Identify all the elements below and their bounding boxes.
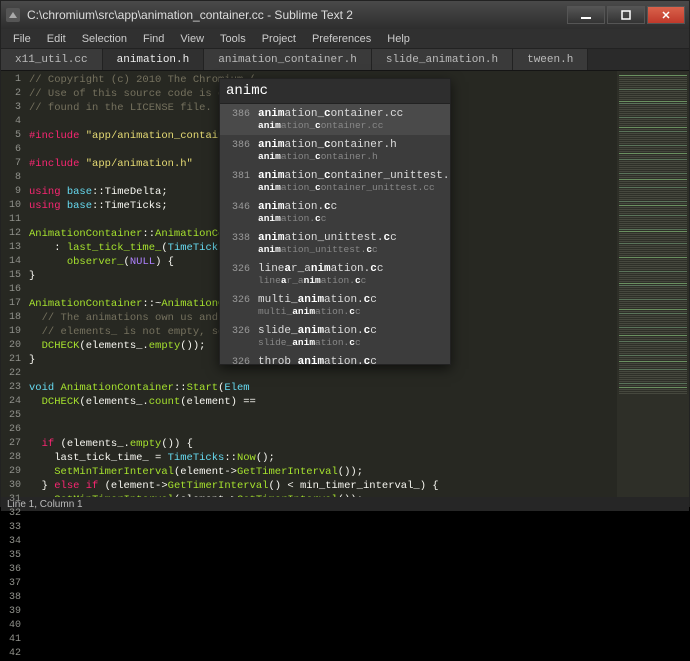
app-window: C:\chromium\src\app\animation_container.…	[0, 0, 690, 507]
menu-item-help[interactable]: Help	[379, 31, 418, 47]
menubar: FileEditSelectionFindViewToolsProjectPre…	[1, 29, 689, 49]
result-score: 386	[228, 139, 250, 151]
goto-search-box	[220, 79, 450, 104]
menu-item-view[interactable]: View	[172, 31, 212, 47]
minimap[interactable]	[617, 71, 689, 497]
editor-area: 1234567891011121314151617181920212223242…	[1, 71, 689, 497]
goto-anything-overlay: 386animation_container.ccanimation_conta…	[219, 78, 451, 365]
result-name: animation_container.h	[258, 139, 397, 151]
line-number-gutter: 1234567891011121314151617181920212223242…	[1, 71, 25, 497]
goto-search-input[interactable]	[226, 83, 444, 99]
window-title: C:\chromium\src\app\animation_container.…	[27, 8, 565, 22]
result-name: linear_animation.cc	[258, 263, 383, 275]
goto-result[interactable]: 346 animation.ccanimation.cc	[220, 197, 450, 228]
result-path: animation.cc	[258, 213, 337, 224]
menu-item-tools[interactable]: Tools	[212, 31, 254, 47]
goto-result[interactable]: 326 linear_animation.cclinear_animation.c…	[220, 259, 450, 290]
result-path: slide_animation.cc	[258, 337, 377, 348]
result-name: animation_unittest.cc	[258, 232, 397, 244]
result-score: 326	[228, 356, 250, 364]
goto-result[interactable]: 386 animation_container.hanimation_contai…	[220, 135, 450, 166]
tab[interactable]: animation_container.h	[204, 49, 372, 70]
result-path: linear_animation.cc	[258, 275, 383, 286]
tab[interactable]: animation.h	[103, 49, 205, 70]
menu-item-find[interactable]: Find	[135, 31, 172, 47]
goto-result[interactable]: 326 multi_animation.ccmulti_animation.cc	[220, 290, 450, 321]
menu-item-preferences[interactable]: Preferences	[304, 31, 379, 47]
goto-results: 386animation_container.ccanimation_conta…	[220, 104, 450, 364]
goto-result[interactable]: 326throb_animation.ccthrob_animation.cc	[220, 352, 450, 364]
menu-item-selection[interactable]: Selection	[74, 31, 135, 47]
result-score: 381	[228, 170, 250, 182]
result-name: animation_container_unittest.cc	[258, 170, 450, 182]
result-name: animation.cc	[258, 201, 337, 213]
goto-result[interactable]: 326 slide_animation.ccslide_animation.cc	[220, 321, 450, 352]
tab[interactable]: tween.h	[513, 49, 588, 70]
result-score: 338	[228, 232, 250, 244]
menu-item-edit[interactable]: Edit	[39, 31, 74, 47]
maximize-button[interactable]	[607, 6, 645, 24]
result-path: animation_unittest.cc	[258, 244, 397, 255]
result-score: 346	[228, 201, 250, 213]
tabbar: x11_util.ccanimation.hanimation_containe…	[1, 49, 689, 71]
goto-result[interactable]: 381 animation_container_unittest.ccanimat…	[220, 166, 450, 197]
result-name: slide_animation.cc	[258, 325, 377, 337]
close-button[interactable]	[647, 6, 685, 24]
result-name: multi_animation.cc	[258, 294, 377, 306]
titlebar[interactable]: C:\chromium\src\app\animation_container.…	[1, 1, 689, 29]
result-path: animation_container.cc	[258, 120, 403, 131]
result-score: 326	[228, 294, 250, 306]
result-path: animation_container.h	[258, 151, 397, 162]
minimize-button[interactable]	[567, 6, 605, 24]
result-path: animation_container_unittest.cc	[258, 182, 450, 193]
result-score: 386	[228, 108, 250, 120]
goto-result[interactable]: 338 animation_unittest.ccanimation_unitte…	[220, 228, 450, 259]
statusbar: Line 1, Column 1	[1, 497, 689, 511]
tab[interactable]: slide_animation.h	[372, 49, 513, 70]
tab[interactable]: x11_util.cc	[1, 49, 103, 70]
result-path: multi_animation.cc	[258, 306, 377, 317]
result-name: throb_animation.cc	[258, 356, 377, 364]
menu-item-project[interactable]: Project	[254, 31, 304, 47]
result-name: animation_container.cc	[258, 108, 403, 120]
menu-item-file[interactable]: File	[5, 31, 39, 47]
result-score: 326	[228, 325, 250, 337]
app-icon	[5, 7, 21, 23]
goto-result[interactable]: 386 animation_container.ccanimation_conta…	[220, 104, 450, 135]
result-score: 326	[228, 263, 250, 275]
